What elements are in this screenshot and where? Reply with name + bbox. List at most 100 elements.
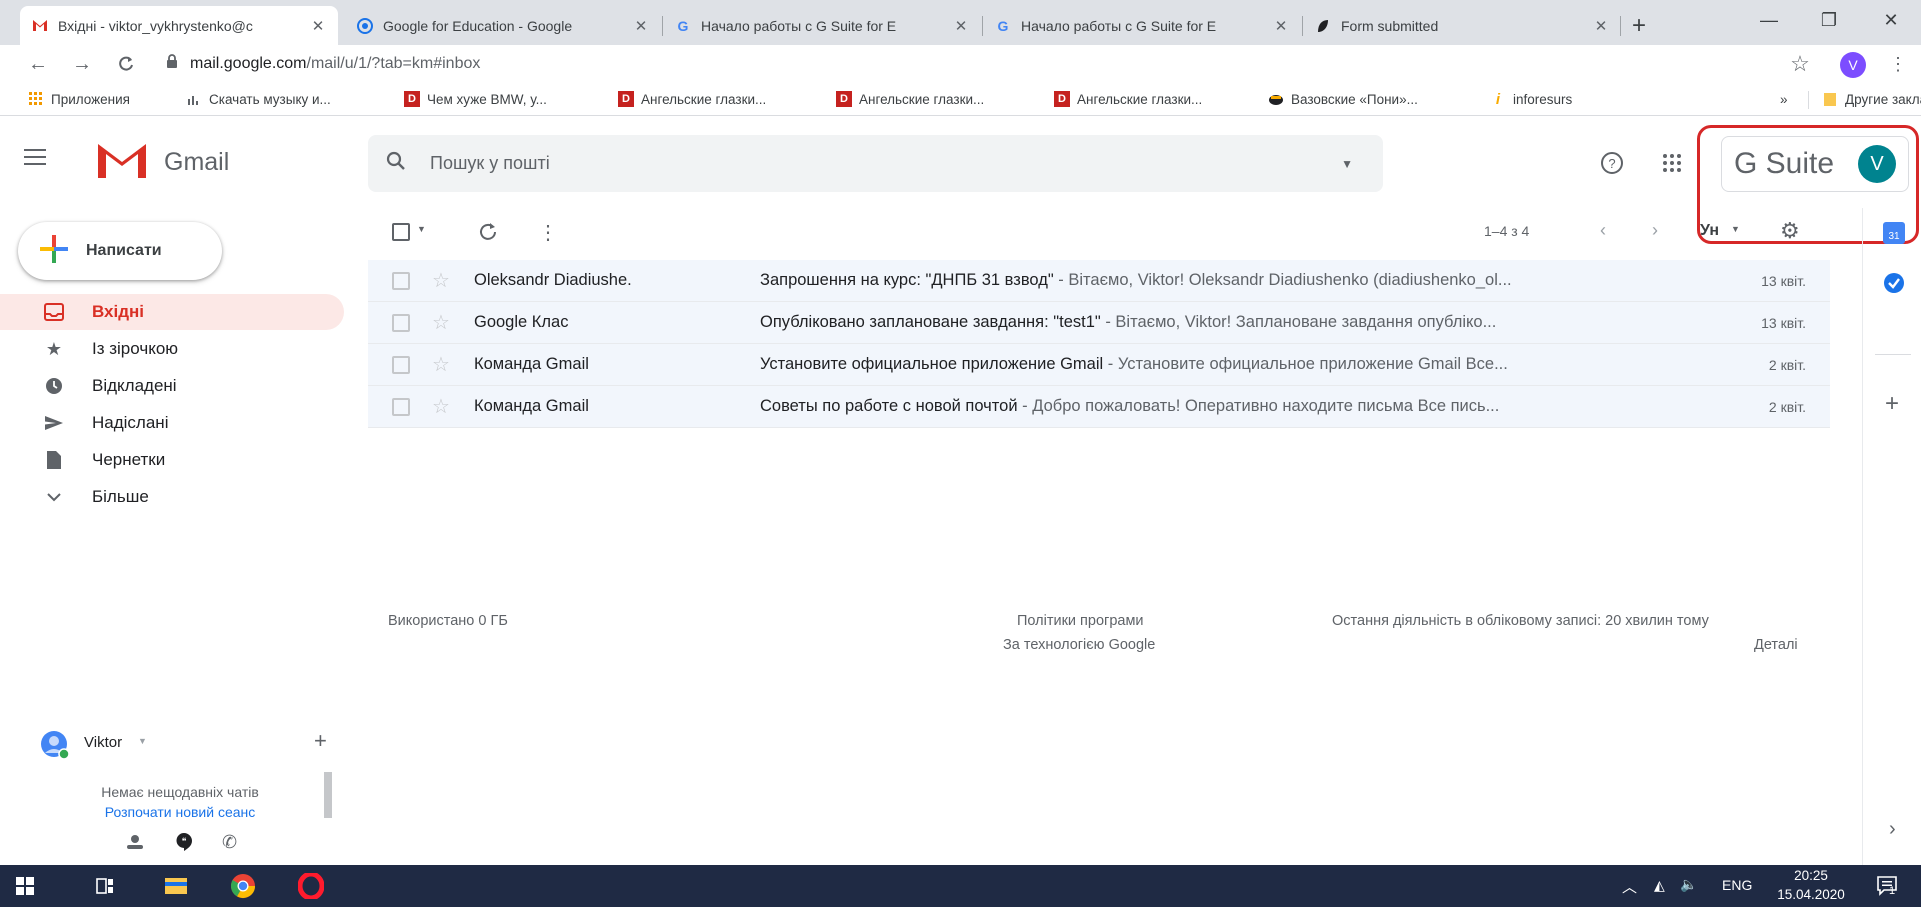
input-tools-dropdown-icon[interactable]: ▼ bbox=[1731, 224, 1740, 234]
start-new-chat-link[interactable]: Розпочати новий сеанс bbox=[36, 804, 324, 820]
tab-google-education[interactable]: Google for Education - Google ✕ bbox=[345, 6, 661, 45]
row-checkbox[interactable] bbox=[392, 313, 410, 332]
settings-gear-icon[interactable]: ⚙ bbox=[1780, 218, 1800, 244]
nav-sent[interactable]: Надіслані bbox=[0, 405, 344, 441]
search-bar[interactable]: Пошук у пошті ▼ bbox=[368, 135, 1383, 192]
nav-inbox[interactable]: Вхідні bbox=[0, 294, 344, 330]
program-policies-link[interactable]: Політики програми bbox=[1017, 613, 1144, 629]
close-icon[interactable]: ✕ bbox=[1273, 17, 1289, 35]
tab-gsuite-start-1[interactable]: G Начало работы с G Suite for E ✕ bbox=[663, 6, 981, 45]
star-toggle-icon[interactable]: ☆ bbox=[432, 268, 454, 293]
bookmark-angel-2[interactable]: D Ангельские глазки... bbox=[836, 88, 984, 110]
close-icon[interactable]: ✕ bbox=[953, 17, 969, 35]
table-row[interactable]: ☆ Команда Gmail Советы по работе с новой… bbox=[368, 386, 1830, 428]
select-all-checkbox[interactable] bbox=[392, 223, 410, 241]
chrome-icon[interactable] bbox=[230, 873, 256, 904]
nav-more[interactable]: Більше bbox=[0, 479, 344, 515]
bookmark-apps[interactable]: Приложения bbox=[28, 88, 130, 110]
opera-icon[interactable] bbox=[297, 871, 325, 904]
bookmark-angel-3[interactable]: D Ангельские глазки... bbox=[1054, 88, 1202, 110]
clock-date[interactable]: 15.04.2020 bbox=[1771, 887, 1851, 902]
refresh-icon[interactable] bbox=[478, 221, 498, 246]
bookmarks-overflow[interactable]: » bbox=[1780, 88, 1788, 110]
tasks-icon[interactable] bbox=[1883, 272, 1905, 299]
row-subject: Запрошення на курс: "ДНПБ 31 взвод" bbox=[760, 271, 1054, 289]
bookmark-label: Ангельские глазки... bbox=[859, 91, 985, 107]
input-tools-button[interactable]: Ун bbox=[1700, 222, 1719, 240]
input-language[interactable]: ENG bbox=[1722, 877, 1752, 893]
chat-user-name[interactable]: Viktor bbox=[84, 734, 122, 751]
volume-icon[interactable]: 🔈 bbox=[1680, 876, 1697, 893]
main-menu-icon[interactable] bbox=[24, 149, 46, 170]
windows-start-icon[interactable] bbox=[16, 877, 34, 900]
prev-page-icon[interactable]: ‹ bbox=[1600, 220, 1606, 241]
row-checkbox[interactable] bbox=[392, 397, 410, 416]
star-toggle-icon[interactable]: ☆ bbox=[432, 394, 454, 419]
apps-launcher-icon[interactable] bbox=[1662, 153, 1682, 178]
select-dropdown-icon[interactable]: ▼ bbox=[417, 224, 426, 234]
close-icon[interactable]: ✕ bbox=[633, 17, 649, 35]
pagination-range: 1–4 з 4 bbox=[1484, 223, 1530, 239]
task-view-icon[interactable] bbox=[96, 877, 114, 900]
tab-form-submitted[interactable]: Form submitted ✕ bbox=[1303, 6, 1621, 45]
gmail-logo[interactable]: Gmail bbox=[96, 140, 229, 185]
help-icon[interactable]: ? bbox=[1600, 151, 1624, 180]
browser-profile-avatar[interactable]: V bbox=[1840, 52, 1866, 78]
bookmark-bmw[interactable]: D Чем хуже BMW, у... bbox=[404, 88, 547, 110]
reload-button[interactable] bbox=[114, 52, 138, 76]
star-toggle-icon[interactable]: ☆ bbox=[432, 310, 454, 335]
phone-icon[interactable]: ✆ bbox=[222, 832, 237, 853]
mail-toolbar: ▼ ⋮ 1–4 з 4 ‹ › Ун ▼ ⚙ bbox=[368, 212, 1828, 252]
row-subject-snippet: Советы по работе с новой почтой - Добро … bbox=[760, 397, 1675, 416]
browser-menu-icon[interactable]: ⋮ bbox=[1886, 52, 1910, 76]
close-icon[interactable]: ✕ bbox=[1593, 17, 1609, 35]
window-close-button[interactable]: ✕ bbox=[1862, 0, 1920, 40]
next-page-icon[interactable]: › bbox=[1652, 220, 1658, 241]
row-checkbox[interactable] bbox=[392, 271, 410, 290]
row-checkbox[interactable] bbox=[392, 355, 410, 374]
table-row[interactable]: ☆ Google Клас Опубліковано заплановане з… bbox=[368, 302, 1830, 344]
close-icon[interactable]: ✕ bbox=[310, 17, 326, 35]
nav-label: Із зірочкою bbox=[92, 339, 179, 358]
tab-gmail-inbox[interactable]: Вхідні - viktor_vykhrystenko@c ✕ bbox=[20, 6, 338, 45]
network-icon[interactable]: ◭ bbox=[1654, 877, 1665, 894]
bookmark-ponies[interactable]: Вазовские «Пони»... bbox=[1268, 88, 1418, 110]
more-options-icon[interactable]: ⋮ bbox=[538, 220, 558, 245]
chat-avatar[interactable] bbox=[40, 730, 70, 765]
browser-tab-strip: Вхідні - viktor_vykhrystenko@c ✕ Google … bbox=[0, 0, 1921, 45]
new-tab-button[interactable]: + bbox=[1632, 12, 1646, 40]
bookmark-inforesurs[interactable]: i inforesurs bbox=[1490, 88, 1572, 110]
details-link[interactable]: Деталі bbox=[1754, 637, 1798, 653]
nav-drafts[interactable]: Чернетки bbox=[0, 442, 344, 478]
hangouts-icon[interactable]: ❝ bbox=[174, 832, 194, 857]
chat-status-dropdown-icon[interactable]: ▼ bbox=[138, 736, 147, 746]
restore-button[interactable]: ❐ bbox=[1800, 0, 1858, 40]
address-bar[interactable]: mail.google.com/mail/u/1/?tab=km#inbox bbox=[166, 49, 1746, 79]
back-button[interactable]: ← bbox=[26, 52, 50, 76]
search-icon[interactable] bbox=[386, 151, 406, 176]
row-subject-snippet: Опубліковано заплановане завдання: "test… bbox=[760, 313, 1675, 332]
compose-button[interactable]: Написати bbox=[18, 222, 222, 280]
tab-gsuite-start-2[interactable]: G Начало работы с G Suite for E ✕ bbox=[983, 6, 1301, 45]
file-explorer-icon[interactable] bbox=[164, 875, 188, 900]
table-row[interactable]: ☆ Oleksandr Diadiushe. Запрошення на кур… bbox=[368, 260, 1830, 302]
bookmark-angel-1[interactable]: D Ангельские глазки... bbox=[618, 88, 766, 110]
search-input[interactable]: Пошук у пошті bbox=[430, 153, 550, 174]
clock-time[interactable]: 20:25 bbox=[1776, 868, 1846, 883]
table-row[interactable]: ☆ Команда Gmail Установите официальное п… bbox=[368, 344, 1830, 386]
other-bookmarks-folder[interactable]: Другие закладки bbox=[1822, 88, 1921, 110]
search-options-icon[interactable]: ▼ bbox=[1341, 157, 1353, 171]
add-addon-icon[interactable]: + bbox=[1885, 390, 1899, 418]
nav-snoozed[interactable]: Відкладені bbox=[0, 368, 344, 404]
tray-chevron-up-icon[interactable]: ︿ bbox=[1622, 876, 1637, 897]
person-icon[interactable] bbox=[126, 834, 144, 855]
nav-starred[interactable]: ★ Із зірочкою bbox=[0, 331, 344, 367]
expand-panel-icon[interactable]: › bbox=[1889, 818, 1896, 841]
bookmark-music[interactable]: Скачать музыку и... bbox=[186, 88, 331, 110]
minimize-button[interactable]: — bbox=[1740, 0, 1798, 40]
new-chat-icon[interactable]: + bbox=[314, 728, 327, 754]
forward-button[interactable]: → bbox=[70, 52, 94, 76]
calendar-icon[interactable]: 31 bbox=[1883, 222, 1905, 244]
bookmark-star-icon[interactable]: ☆ bbox=[1788, 51, 1812, 76]
star-toggle-icon[interactable]: ☆ bbox=[432, 352, 454, 377]
